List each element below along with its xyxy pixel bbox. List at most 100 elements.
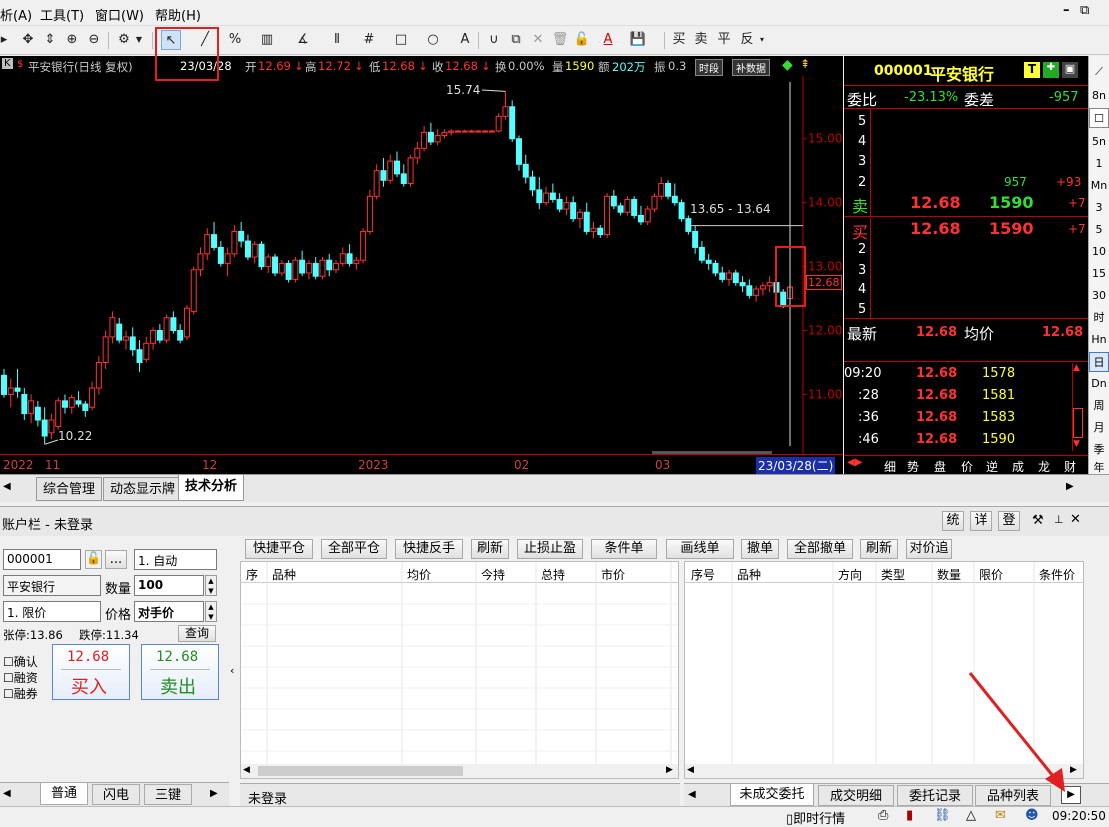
percent-tool-icon[interactable]: % xyxy=(225,30,245,50)
period-button[interactable]: 5n xyxy=(1089,132,1109,152)
quote-tab[interactable]: 龙 xyxy=(1038,458,1050,474)
tab-dynamic[interactable]: 动态显示牌 xyxy=(103,477,183,501)
period-button[interactable]: Mn xyxy=(1089,176,1109,196)
period-button[interactable]: 30 xyxy=(1089,286,1109,306)
period-button[interactable]: 10 xyxy=(1089,242,1109,262)
zoom-in-icon[interactable]: ⊕ xyxy=(62,30,82,50)
copy-icon[interactable]: ⧉ xyxy=(506,30,526,50)
quote-tab[interactable]: 财 xyxy=(1064,458,1076,474)
tab-order-history[interactable]: 委托记录 xyxy=(897,785,973,806)
tab-fills[interactable]: 成交明细 xyxy=(818,785,894,806)
tab-normal[interactable]: 普通 xyxy=(40,783,88,805)
restore-button[interactable]: ⧉ xyxy=(1080,3,1089,18)
positions-hscrollbar[interactable]: ◀ ▶ xyxy=(241,764,678,778)
detail-button[interactable]: 详 xyxy=(970,511,992,531)
vertical-move-icon[interactable]: ⇕ xyxy=(40,30,60,50)
more-button[interactable]: ... xyxy=(105,550,127,569)
sell-button[interactable]: 12.68 卖出 xyxy=(141,644,219,700)
price-type-select[interactable]: 1. 限价 xyxy=(3,601,101,622)
stop-loss-button[interactable]: 止损止盈 xyxy=(517,539,583,559)
stats-button[interactable]: 统 xyxy=(942,511,964,531)
quote-tab[interactable]: 逆 xyxy=(986,458,998,474)
period-button[interactable]: 季 xyxy=(1089,440,1109,460)
toolbar-reverse-button[interactable]: 反 xyxy=(737,30,757,50)
toolbar-more-icon[interactable]: ▾ xyxy=(757,30,767,50)
tabs-left-arrow[interactable]: ◀ xyxy=(3,481,11,492)
refresh-orders-button[interactable]: 刷新 xyxy=(860,539,898,559)
collapse-arrow[interactable]: ‹ xyxy=(230,664,234,677)
alert-icon[interactable]: △ xyxy=(966,808,976,823)
tab-three-key[interactable]: 三键 xyxy=(144,784,192,805)
t-badge[interactable]: T xyxy=(1024,62,1040,78)
mail-icon[interactable]: ✉ xyxy=(995,808,1006,823)
channel-tool-icon[interactable]: ⫴ xyxy=(327,30,347,50)
period-button[interactable]: Dn xyxy=(1089,374,1109,394)
grid-tool-icon[interactable]: # xyxy=(359,30,379,50)
trade-tabs-right-arrow[interactable]: ▶ xyxy=(210,788,218,799)
quick-reverse-button[interactable]: 快捷反手 xyxy=(395,539,463,559)
link-icon[interactable]: ⛓ xyxy=(934,808,951,823)
cancel-all-button[interactable]: 全部撤单 xyxy=(787,539,853,559)
buy-button[interactable]: 12.68 买入 xyxy=(52,644,130,700)
margin-sell-checkbox[interactable]: ☐融券 xyxy=(3,685,38,702)
tab-flash[interactable]: 闪电 xyxy=(92,784,140,805)
chase-price-button[interactable]: 对价追 xyxy=(906,539,952,559)
quote-tab[interactable]: 势 xyxy=(907,458,919,474)
ruler-tool-icon[interactable]: ▥ xyxy=(257,30,277,50)
period-button[interactable]: 3 xyxy=(1089,198,1109,218)
quote-tab[interactable]: 成 xyxy=(1012,458,1024,474)
printer-icon[interactable]: ⎙ xyxy=(878,808,888,823)
period-button[interactable]: 8n xyxy=(1089,86,1109,106)
orders-tabs-left-arrow[interactable]: ◀ xyxy=(688,789,696,800)
conditional-order-button[interactable]: 条件单 xyxy=(591,539,657,559)
query-button[interactable]: 查询 xyxy=(178,625,216,642)
menu-tools[interactable]: 工具(T) xyxy=(40,5,84,24)
green-badge-icon[interactable]: ✚ xyxy=(1043,62,1059,78)
minimize-button[interactable]: – xyxy=(1063,3,1070,18)
period-button[interactable]: 周 xyxy=(1089,396,1109,416)
tools-icon[interactable]: ⚒ xyxy=(1032,513,1044,528)
hand-icon[interactable]: ✥ xyxy=(18,30,38,50)
cancel-order-button[interactable]: 撤单 xyxy=(741,539,779,559)
close-icon[interactable]: ✕ xyxy=(1070,512,1081,527)
period-button-day[interactable]: 日 xyxy=(1089,352,1109,372)
period-button[interactable]: 15 xyxy=(1089,264,1109,284)
menu-help[interactable]: 帮助(H) xyxy=(155,5,201,24)
gear-dropdown-icon[interactable]: ▼ xyxy=(134,30,144,50)
toolbar-buy-button[interactable]: 买 xyxy=(669,30,689,50)
tab-open-orders[interactable]: 未成交委托 xyxy=(730,784,814,806)
toolbar-close-button[interactable]: 平 xyxy=(714,30,734,50)
tick-scrollbar[interactable]: ▲ ▼ xyxy=(1072,363,1084,451)
menu-analysis[interactable]: 析(A) xyxy=(0,5,32,24)
book-icon[interactable]: ▮ xyxy=(906,808,913,823)
period-button[interactable]: 月 xyxy=(1089,418,1109,438)
zoom-out-icon[interactable]: ⊖ xyxy=(84,30,104,50)
tabs-right-arrow[interactable]: ▶ xyxy=(1066,481,1074,492)
mode-select[interactable]: 1. 自动 xyxy=(134,549,217,570)
close-all-button[interactable]: 全部平仓 xyxy=(321,539,387,559)
line-order-button[interactable]: 画线单 xyxy=(666,539,734,559)
period-button[interactable]: 5 xyxy=(1089,220,1109,240)
trade-tabs-left-arrow[interactable]: ◀ xyxy=(3,788,11,799)
save-icon[interactable]: 💾 xyxy=(628,30,648,50)
quote-tab[interactable]: 细 xyxy=(884,458,896,474)
box-badge-icon[interactable]: ▣ xyxy=(1062,62,1078,78)
tab-overview[interactable]: 综合管理 xyxy=(36,477,103,501)
confirm-checkbox[interactable]: ☐确认 xyxy=(3,653,38,670)
text-tool-icon[interactable]: A xyxy=(455,30,475,50)
quick-close-button[interactable]: 快捷平仓 xyxy=(245,539,313,559)
period-button[interactable]: 1 xyxy=(1089,154,1109,174)
refresh-positions-button[interactable]: 刷新 xyxy=(471,539,509,559)
magnet-icon[interactable]: ∪ xyxy=(484,30,504,50)
trash-icon[interactable]: 🗑 xyxy=(550,30,570,50)
lock-icon[interactable]: 🔓 xyxy=(572,30,592,50)
price-input[interactable]: 对手价 xyxy=(134,601,204,622)
chart-tool-icon[interactable]: ⟋ xyxy=(1089,62,1109,82)
gear-icon[interactable]: ⚙ xyxy=(114,30,134,50)
sidebar-box-icon[interactable]: ☐ xyxy=(1089,108,1109,128)
quote-tab[interactable]: 价 xyxy=(961,458,973,474)
login-button[interactable]: 登 xyxy=(998,511,1020,531)
circle-tool-icon[interactable]: ○ xyxy=(423,30,443,50)
code-input[interactable]: 000001 xyxy=(3,549,81,570)
tab-technical[interactable]: 技术分析 xyxy=(178,475,245,501)
